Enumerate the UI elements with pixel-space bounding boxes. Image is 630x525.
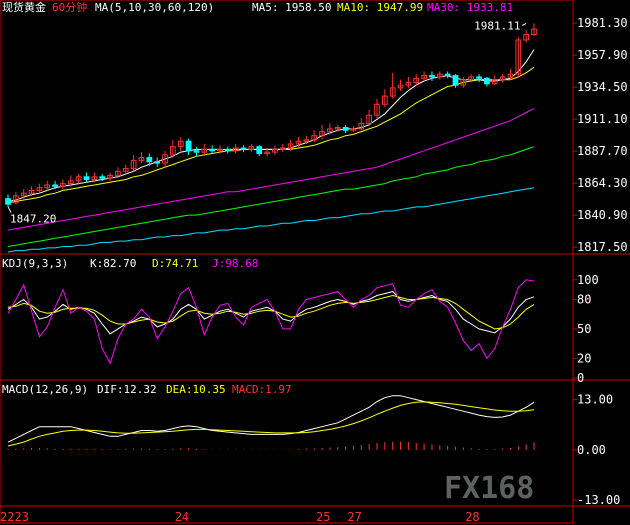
candle-body bbox=[484, 77, 490, 85]
ma60-line bbox=[7, 146, 535, 247]
macd-axis-tick-label: 13.00 bbox=[577, 393, 613, 407]
kdj-j-line bbox=[7, 279, 535, 365]
ma5-label: MA5: 1958.50 bbox=[252, 1, 331, 14]
date-tick-label: 27 bbox=[347, 510, 361, 524]
date-tick-label: 28 bbox=[465, 510, 479, 524]
ma-params: MA(5,10,30,60,120) bbox=[95, 1, 214, 14]
ma120-line bbox=[7, 187, 535, 253]
candle-body bbox=[452, 75, 459, 86]
candle-body bbox=[154, 161, 161, 164]
macd-axis-tick-label: -13.00 bbox=[577, 493, 620, 507]
macd-dif-label: DIF:12.32 bbox=[97, 383, 157, 396]
kdj-lines bbox=[7, 279, 535, 365]
price-axis-tick-label: 1981.30 bbox=[577, 16, 628, 30]
candle-body bbox=[342, 127, 349, 131]
price-annotations: 1847.20 1981.11 bbox=[7, 19, 527, 226]
chart-canvas: 1981.30 1957.90 1934.50 1911.10 1887.70 1864.… bbox=[0, 0, 630, 524]
macd-dea-label: DEA:10.35 bbox=[166, 383, 226, 396]
high-marker bbox=[521, 22, 527, 26]
macd-lines bbox=[7, 395, 535, 447]
macd-dif-line bbox=[7, 395, 535, 443]
candle-body bbox=[476, 76, 482, 79]
kdj-axis-tick-label: 100 bbox=[577, 273, 599, 287]
candle-body bbox=[185, 140, 192, 152]
price-axis-tick-label: 1887.70 bbox=[577, 144, 628, 158]
instrument-name: 现货黄金 bbox=[2, 0, 46, 14]
price-axis-tick-label: 1911.10 bbox=[577, 112, 628, 126]
date-axis: 2223 24 25 27 28 bbox=[0, 510, 480, 524]
kdj-title: KDJ(9,3,3) bbox=[2, 257, 68, 270]
candlesticks bbox=[5, 23, 537, 207]
candle-body bbox=[146, 157, 153, 163]
candle-body bbox=[99, 176, 106, 179]
candle-body bbox=[256, 146, 263, 155]
candle-body bbox=[224, 148, 231, 152]
kdj-axis-tick-label: 0 bbox=[577, 371, 584, 385]
kdj-axis-tick-label: 50 bbox=[577, 322, 591, 336]
candle-body bbox=[52, 184, 58, 187]
kdj-k-line bbox=[7, 291, 535, 335]
low-price-annotation: 1847.20 bbox=[10, 213, 56, 226]
date-tick-label: 24 bbox=[175, 510, 189, 524]
candle-body bbox=[83, 176, 90, 181]
kdj-d-label: D:74.71 bbox=[152, 257, 198, 270]
price-axis-tick-label: 1934.50 bbox=[577, 80, 628, 94]
price-axis-tick-label: 1957.90 bbox=[577, 48, 628, 62]
kdj-axis-tick-label: 80 bbox=[577, 292, 591, 306]
kdj-grid: 100 80 50 20 0 bbox=[573, 273, 599, 385]
ma30-line bbox=[7, 107, 535, 231]
ma30-label: MA30: 1933.81 bbox=[427, 1, 513, 14]
macd-title: MACD(12,26,9) bbox=[2, 383, 88, 396]
high-price-annotation: 1981.11 bbox=[474, 19, 520, 32]
kdj-j-label: J:98.68 bbox=[212, 257, 258, 270]
candle-body bbox=[444, 73, 451, 77]
date-tick-label: 25 bbox=[316, 510, 330, 524]
kdj-k-label: K:82.70 bbox=[90, 257, 136, 270]
kdj-axis-tick-label: 20 bbox=[577, 351, 591, 365]
candle-body bbox=[429, 75, 435, 78]
candle-body bbox=[209, 148, 215, 152]
price-axis-tick-label: 1864.30 bbox=[577, 176, 628, 190]
price-axis-tick-label: 1840.90 bbox=[577, 208, 628, 222]
macd-axis-tick-label: 0.00 bbox=[577, 443, 606, 457]
date-tick-label: 2223 bbox=[0, 510, 29, 524]
period-label: 60分钟 bbox=[52, 0, 87, 14]
fx168-watermark: FX168 bbox=[444, 471, 534, 506]
macd-histogram bbox=[7, 441, 535, 450]
price-axis-tick-label: 1817.50 bbox=[577, 240, 628, 254]
macd-value-label: MACD:1.97 bbox=[232, 383, 292, 396]
candle-body bbox=[5, 198, 11, 205]
macd-dea-line bbox=[7, 401, 535, 447]
watermark-text: FX168 bbox=[444, 471, 534, 506]
candle-body bbox=[240, 147, 247, 150]
ma10-label: MA10: 1947.99 bbox=[337, 1, 423, 14]
candle-body bbox=[193, 150, 200, 153]
